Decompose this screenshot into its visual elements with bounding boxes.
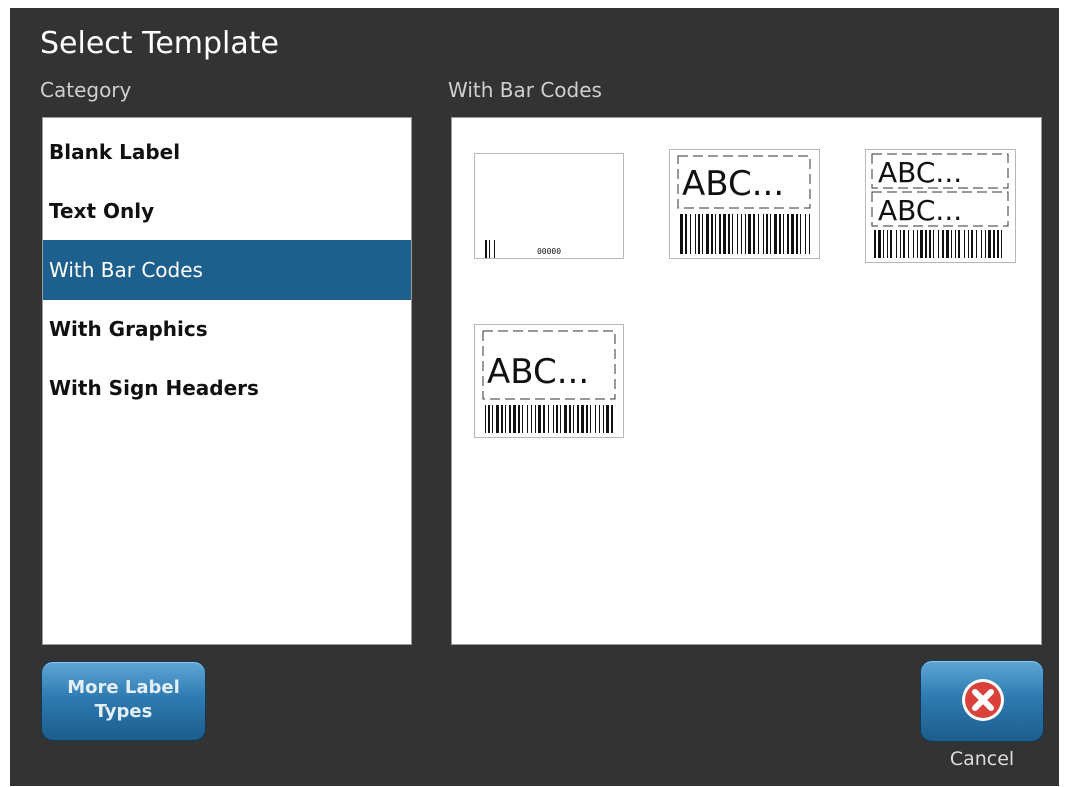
more-label-types-line1: More Label bbox=[67, 677, 180, 698]
template-grid: 00000 ABC... ABC... ABC... ABC... bbox=[451, 117, 1042, 645]
template-tall-text-barcode[interactable]: ABC... bbox=[474, 324, 624, 438]
close-circle-icon bbox=[962, 679, 1004, 721]
placeholder-text: ABC... bbox=[682, 164, 784, 204]
category-item-with-bar-codes[interactable]: With Bar Codes bbox=[43, 240, 411, 300]
more-label-types-button[interactable]: More Label Types bbox=[41, 661, 206, 741]
placeholder-text-2: ABC... bbox=[878, 194, 962, 227]
barcode-thumbnail: 00000 bbox=[485, 240, 561, 258]
category-item-text-only[interactable]: Text Only bbox=[43, 181, 411, 241]
category-item-with-graphics[interactable]: With Graphics bbox=[43, 299, 411, 359]
template-text-barcode[interactable]: ABC... bbox=[669, 149, 820, 259]
barcode-caption: 00000 bbox=[537, 247, 561, 256]
category-list: Blank Label Text Only With Bar Codes Wit… bbox=[42, 117, 412, 645]
text-barcode-thumbnail: ABC... bbox=[677, 155, 811, 254]
two-text-barcode-thumbnail: ABC... ABC... bbox=[871, 153, 1009, 258]
template-heading: With Bar Codes bbox=[448, 78, 602, 102]
template-two-text-barcode[interactable]: ABC... ABC... bbox=[865, 149, 1016, 263]
dialog-title: Select Template bbox=[40, 26, 279, 61]
more-label-types-line2: Types bbox=[94, 701, 153, 722]
tall-text-barcode-thumbnail: ABC... bbox=[482, 330, 616, 433]
select-template-dialog: Select Template Category With Bar Codes … bbox=[10, 8, 1059, 786]
template-barcode-only[interactable]: 00000 bbox=[474, 153, 624, 259]
category-heading: Category bbox=[40, 78, 132, 102]
cancel-button[interactable] bbox=[920, 660, 1044, 742]
category-item-with-sign-headers[interactable]: With Sign Headers bbox=[43, 358, 411, 418]
category-item-blank-label[interactable]: Blank Label bbox=[43, 122, 411, 182]
placeholder-text-1: ABC... bbox=[878, 156, 962, 189]
cancel-label: Cancel bbox=[949, 748, 1015, 770]
placeholder-text: ABC... bbox=[487, 352, 589, 392]
